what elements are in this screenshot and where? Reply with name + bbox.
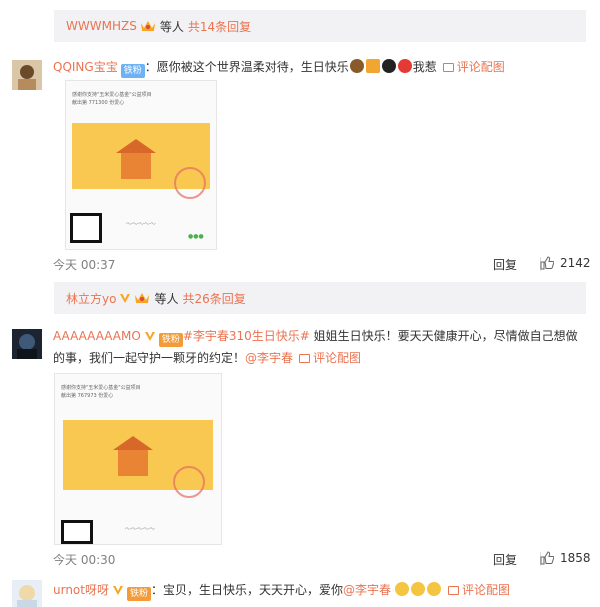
comment-text: QQING宝宝 铁粉 ：愿你被这个世界温柔对待，生日快乐 我惹 评论配图 xyxy=(53,56,582,78)
image-caption-2: 献出第 767973 份爱心 xyxy=(61,393,114,399)
thumbs-up-icon xyxy=(540,551,554,565)
topic-link[interactable]: #李宇春310生日快乐# xyxy=(183,329,310,343)
redaction-box xyxy=(61,520,93,544)
like-button[interactable]: 2142 xyxy=(540,256,591,270)
crown-icon xyxy=(135,293,150,303)
image-caption-1: 感谢你支持"玉米爱心基金"公益项目 xyxy=(72,92,152,98)
comment-item: AAAAAAAAMO 铁粉 #李宇春310生日快乐# 姐姐生日快乐！要天天健康开心，… xyxy=(12,325,592,570)
comment-suffix: 我惹 xyxy=(412,60,437,74)
heart-eyes-emoji-icon xyxy=(395,582,410,596)
comment-meta: 今天 00:37 回复 2142 xyxy=(53,256,591,273)
avatar[interactable] xyxy=(12,580,42,607)
like-button[interactable]: 1858 xyxy=(540,551,591,565)
like-count: 1858 xyxy=(560,551,591,565)
reply-user-link[interactable]: WWWMHZS xyxy=(66,19,137,33)
mention-link[interactable]: @李宇春 xyxy=(343,583,391,597)
fan-badge: 铁粉 xyxy=(120,64,145,78)
comment-body: ：宝贝，生日快乐，天天开心，爱你 xyxy=(151,583,344,597)
comment-user-link[interactable]: urnot呀呀 xyxy=(53,583,109,597)
comment-item: urnot呀呀 铁粉 ：宝贝，生日快乐，天天开心，爱你@李宇春 评论配图 xyxy=(12,576,592,607)
image-caption-2: 献出第 771300 份爱心 xyxy=(72,100,125,106)
comment-time: 今天 00:30 xyxy=(53,553,116,567)
mention-link[interactable]: @李宇春 xyxy=(245,351,293,365)
heart-eyes-emoji-icon xyxy=(411,582,426,596)
comment-body: ：愿你被这个世界温柔对待，生日快乐 xyxy=(144,60,349,74)
bow-emoji-icon xyxy=(381,59,396,73)
reply-user-link[interactable]: 林立方yo xyxy=(66,290,116,307)
comment-time: 今天 00:37 xyxy=(53,258,116,272)
reply-summary-text: 等人 xyxy=(154,291,179,306)
picture-icon xyxy=(448,586,460,595)
fan-badge: 铁粉 xyxy=(158,333,183,347)
balloon-emoji-icon xyxy=(397,59,412,73)
avatar[interactable] xyxy=(12,329,42,359)
comment-meta: 今天 00:30 回复 1858 xyxy=(53,551,591,568)
crown-icon xyxy=(140,21,155,31)
verified-v-icon xyxy=(120,294,131,303)
avatar[interactable] xyxy=(12,60,42,90)
picture-icon xyxy=(299,354,311,363)
redaction-box xyxy=(70,213,102,243)
picture-icon xyxy=(442,63,454,72)
image-caption-1: 感谢你支持"玉米爱心基金"公益项目 xyxy=(61,385,141,391)
comment-pic-link[interactable]: 评论配图 xyxy=(299,351,361,365)
reply-summary-bar[interactable]: 林立方yo 等人 共26条回复 xyxy=(54,282,586,314)
verified-v-icon xyxy=(144,332,155,341)
comment-text: AAAAAAAAMO 铁粉 #李宇春310生日快乐# 姐姐生日快乐！要天天健康开心，… xyxy=(53,325,582,369)
reply-summary-bar[interactable]: WWWMHZS 等人 共14条回复 xyxy=(54,10,586,42)
thumbs-up-icon xyxy=(540,256,554,270)
verified-v-icon xyxy=(112,586,123,595)
comment-item: QQING宝宝 铁粉 ：愿你被这个世界温柔对待，生日快乐 我惹 评论配图 感谢你支持"玉… xyxy=(12,56,592,276)
gift-emoji-icon xyxy=(365,59,380,73)
comment-image[interactable]: 感谢你支持"玉米爱心基金"公益项目 献出第 767973 份爱心 〜〜〜〜〜 xyxy=(54,373,222,545)
comment-user-link[interactable]: AAAAAAAAMO xyxy=(53,329,141,343)
comment-pic-link[interactable]: 评论配图 xyxy=(442,60,505,74)
like-count: 2142 xyxy=(560,256,591,270)
comment-text: urnot呀呀 铁粉 ：宝贝，生日快乐，天天开心，爱你@李宇春 评论配图 xyxy=(53,579,582,601)
cake-emoji-icon xyxy=(349,59,364,73)
reply-button[interactable]: 回复 xyxy=(493,551,517,568)
comment-user-link[interactable]: QQING宝宝 xyxy=(53,60,118,74)
reply-summary-text: 等人 xyxy=(159,19,184,34)
reply-count-link[interactable]: 共14条回复 xyxy=(188,18,251,35)
comment-image[interactable]: 感谢你支持"玉米爱心基金"公益项目 献出第 771300 份爱心 〜〜〜〜〜 ●… xyxy=(65,80,217,250)
reply-button[interactable]: 回复 xyxy=(493,256,517,273)
reply-count-link[interactable]: 共26条回复 xyxy=(182,290,245,307)
comment-pic-link[interactable]: 评论配图 xyxy=(448,583,510,597)
heart-eyes-emoji-icon xyxy=(427,582,442,596)
fan-badge: 铁粉 xyxy=(126,587,151,601)
